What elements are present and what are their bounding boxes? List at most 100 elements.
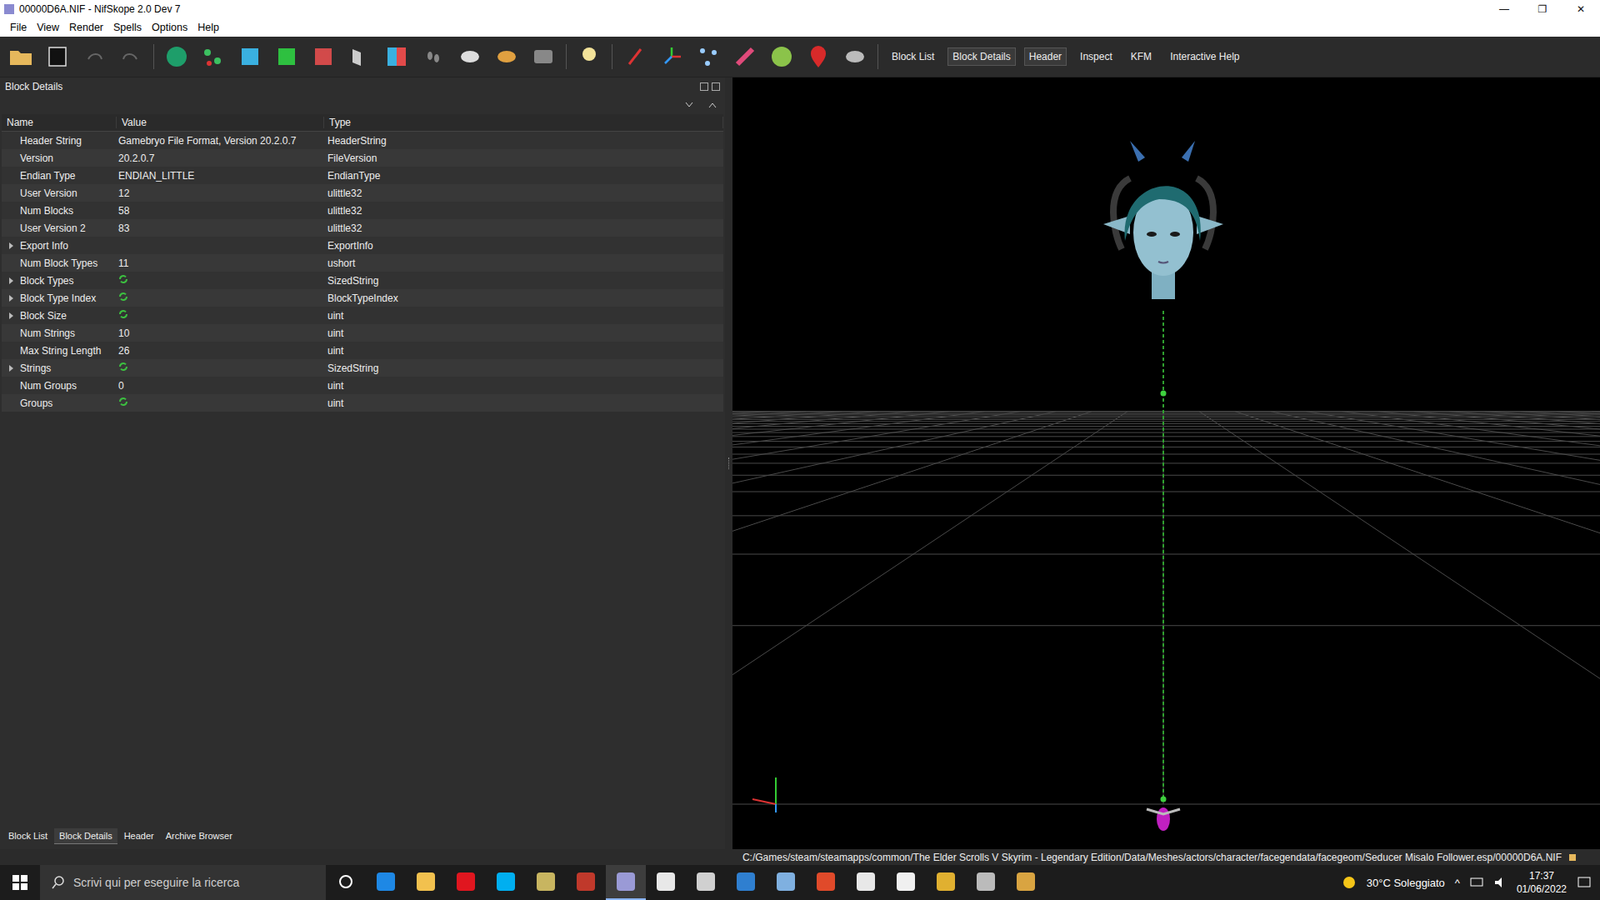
table-row[interactable]: Num Strings10uint xyxy=(1,324,724,342)
taskbar-app[interactable] xyxy=(925,865,966,900)
expand-arrow-icon[interactable] xyxy=(1,242,20,250)
table-row[interactable]: Max String Length26uint xyxy=(1,341,724,360)
tool-button[interactable] xyxy=(43,42,72,71)
menu-item[interactable]: View xyxy=(31,20,65,35)
table-row[interactable]: Header StringGamebryo File Format, Versi… xyxy=(1,131,724,150)
taskbar-app[interactable] xyxy=(365,865,406,900)
tool-button[interactable] xyxy=(840,42,870,71)
float-icon[interactable] xyxy=(700,82,709,91)
tool-button[interactable] xyxy=(235,42,265,71)
column-header[interactable]: Value xyxy=(116,116,325,129)
tool-button[interactable] xyxy=(694,42,723,71)
tool-button[interactable] xyxy=(272,42,301,71)
expand-arrow-icon[interactable] xyxy=(1,295,20,302)
table-row[interactable]: User Version12ulittle32 xyxy=(1,184,724,202)
dock-toggle[interactable]: Block List xyxy=(886,47,940,66)
taskbar-app[interactable] xyxy=(725,865,766,900)
bone-node-icon[interactable] xyxy=(1160,390,1167,397)
dock-toggle[interactable]: Inspect xyxy=(1075,47,1118,66)
volume-icon[interactable] xyxy=(1493,876,1507,889)
taskbar-app[interactable] xyxy=(645,865,686,900)
network-icon[interactable] xyxy=(1470,876,1484,889)
window-control[interactable]: ❐ xyxy=(1523,3,1562,15)
expand-all-icon[interactable] xyxy=(708,101,717,109)
dock-toggle[interactable]: Header xyxy=(1024,47,1067,66)
tool-button[interactable] xyxy=(492,42,521,71)
window-control[interactable]: ✕ xyxy=(1561,3,1600,15)
table-row[interactable]: Block TypesSizedString xyxy=(1,271,724,290)
notification-icon[interactable] xyxy=(1576,875,1592,890)
taskbar-app[interactable] xyxy=(765,865,806,900)
table-row[interactable]: Version20.2.0.7FileVersion xyxy=(1,149,724,167)
table-row[interactable]: Num Blocks58ulittle32 xyxy=(1,201,724,220)
table-row[interactable]: User Version 283ulittle32 xyxy=(1,219,724,237)
bottom-tab[interactable]: Archive Browser xyxy=(160,828,238,845)
render-viewport[interactable] xyxy=(732,77,1600,850)
table-row[interactable]: Groupsuint xyxy=(1,394,724,412)
tool-button[interactable] xyxy=(382,42,411,71)
tool-button[interactable] xyxy=(419,42,448,71)
table-row[interactable]: Block Type IndexBlockTypeIndex xyxy=(1,289,724,307)
bone-node-icon[interactable] xyxy=(1160,796,1167,803)
menu-item[interactable]: Help xyxy=(192,20,225,35)
size-grip-icon[interactable] xyxy=(1568,853,1577,862)
taskbar-app[interactable] xyxy=(885,865,926,900)
tool-button[interactable] xyxy=(730,42,760,71)
table-row[interactable]: Endian TypeENDIAN_LITTLEEndianType xyxy=(1,166,724,185)
taskbar-app[interactable] xyxy=(845,865,886,900)
table-row[interactable]: Num Block Types11ushort xyxy=(1,254,724,272)
tool-button[interactable] xyxy=(804,42,833,71)
tool-button[interactable] xyxy=(657,42,686,71)
table-row[interactable]: StringsSizedString xyxy=(1,359,724,377)
table-row[interactable]: Num Groups0uint xyxy=(1,376,724,395)
weather-text[interactable]: 30°C Soleggiato xyxy=(1366,876,1445,890)
taskbar-app[interactable] xyxy=(565,865,606,900)
tool-button[interactable] xyxy=(162,42,191,71)
clock[interactable]: 17:3701/06/2022 xyxy=(1516,869,1567,896)
menu-item[interactable]: Spells xyxy=(108,20,147,35)
splitter[interactable] xyxy=(725,77,733,850)
search-box[interactable]: Scrivi qui per eseguire la ricerca xyxy=(40,865,326,900)
taskbar-app[interactable] xyxy=(405,865,446,900)
expand-arrow-icon[interactable] xyxy=(1,365,20,372)
bottom-tab[interactable]: Block List xyxy=(3,828,53,845)
taskbar-app[interactable] xyxy=(525,865,566,900)
tool-button[interactable] xyxy=(575,42,604,71)
window-control[interactable]: — xyxy=(1485,3,1524,15)
collapse-all-icon[interactable] xyxy=(685,101,694,109)
tool-button[interactable] xyxy=(80,42,109,71)
dock-toggle[interactable]: KFM xyxy=(1125,47,1157,66)
taskbar-app[interactable] xyxy=(965,865,1006,900)
taskbar-app[interactable] xyxy=(605,865,646,900)
tool-button[interactable] xyxy=(767,42,796,71)
character-head[interactable] xyxy=(1103,140,1224,300)
expand-arrow-icon[interactable] xyxy=(1,277,20,285)
tool-button[interactable] xyxy=(6,42,35,71)
tool-button[interactable] xyxy=(116,42,145,71)
table-row[interactable]: Export InfoExportInfo xyxy=(1,236,724,255)
tool-button[interactable] xyxy=(455,42,485,71)
close-icon[interactable] xyxy=(711,82,720,91)
expand-arrow-icon[interactable] xyxy=(1,312,20,320)
taskbar-app[interactable] xyxy=(445,865,486,900)
bottom-tab[interactable]: Block Details xyxy=(54,828,118,845)
table-row[interactable]: Block Sizeuint xyxy=(1,306,724,325)
column-header[interactable]: Name xyxy=(1,116,117,129)
bottom-tab[interactable]: Header xyxy=(119,828,160,845)
taskbar-app[interactable] xyxy=(685,865,726,900)
start-button[interactable] xyxy=(0,865,40,900)
cortana-button[interactable] xyxy=(325,865,366,900)
menu-item[interactable]: Options xyxy=(146,20,193,35)
tool-button[interactable] xyxy=(529,42,558,71)
menu-item[interactable]: Render xyxy=(64,20,109,35)
menu-item[interactable]: File xyxy=(5,20,32,35)
column-header[interactable]: Type xyxy=(324,116,724,129)
dock-toggle[interactable]: Interactive Help xyxy=(1165,47,1245,66)
tray-chevron[interactable]: ^ xyxy=(1455,876,1460,890)
tool-button[interactable] xyxy=(199,42,228,71)
tool-button[interactable] xyxy=(620,42,650,71)
dock-toggle[interactable]: Block Details xyxy=(947,47,1015,66)
taskbar-app[interactable] xyxy=(805,865,846,900)
taskbar-app[interactable] xyxy=(1005,865,1046,900)
taskbar-app[interactable] xyxy=(485,865,526,900)
